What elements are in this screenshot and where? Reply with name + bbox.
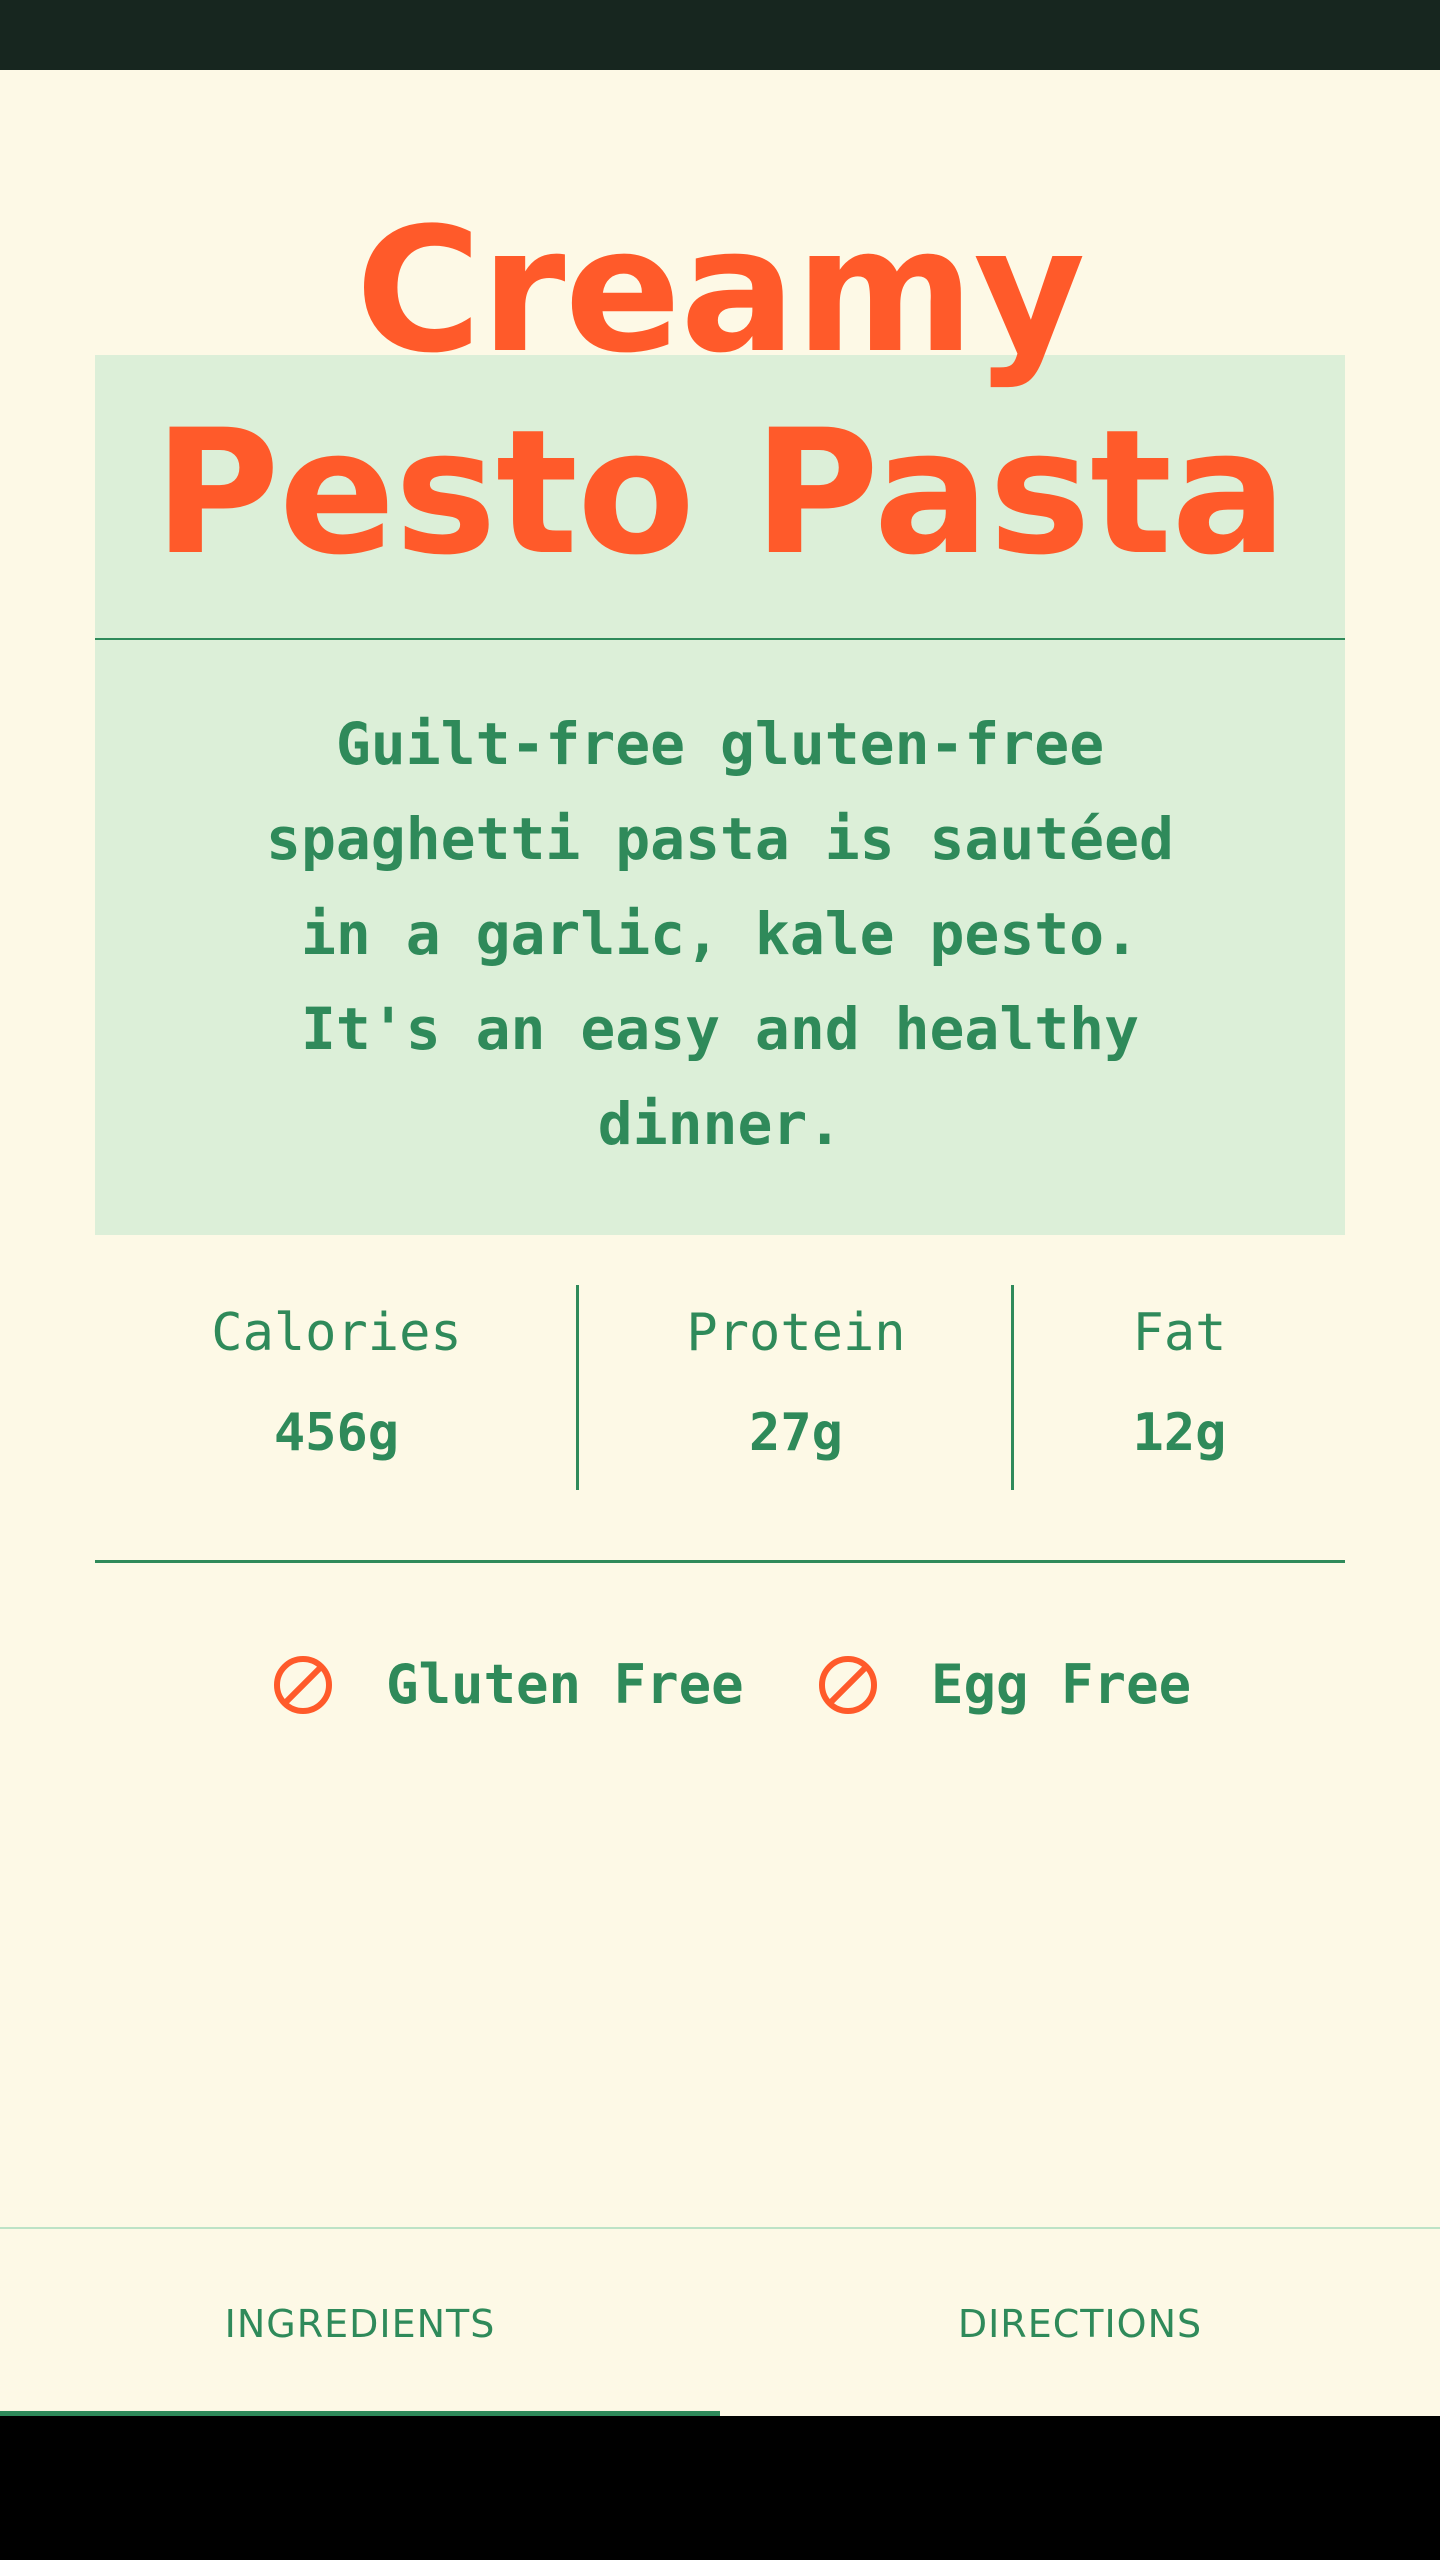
nutrient-value: 12g <box>1132 1403 1227 1463</box>
recipe-title: Creamy Pesto Pasta <box>153 190 1288 593</box>
dietary-tag-egg-free: Egg Free <box>817 1650 1191 1720</box>
dietary-tag-label: Egg Free <box>931 1653 1192 1716</box>
status-bar <box>0 0 1440 70</box>
tab-ingredients[interactable]: INGREDIENTS <box>0 2229 720 2418</box>
nutrient-calories: Calories 456g <box>95 1285 578 1490</box>
dietary-tag-label: Gluten Free <box>386 1653 744 1716</box>
tab-directions[interactable]: DIRECTIONS <box>720 2229 1440 2418</box>
tab-bar: INGREDIENTS DIRECTIONS <box>0 2227 1440 2418</box>
nutrient-label: Calories <box>211 1303 462 1363</box>
nutrient-label: Fat <box>1132 1303 1227 1363</box>
no-symbol-icon <box>817 1654 879 1716</box>
no-symbol-icon <box>272 1654 334 1716</box>
nutrient-value: 456g <box>273 1403 400 1463</box>
nutrient-protein: Protein 27g <box>579 1285 1013 1490</box>
nutrient-label: Protein <box>686 1303 906 1363</box>
nutrient-value: 27g <box>749 1403 843 1463</box>
nutrient-fat: Fat 12g <box>1014 1285 1345 1490</box>
section-divider <box>95 1560 1345 1563</box>
system-navigation-bar <box>0 2416 1440 2560</box>
recipe-description: Guilt-free gluten-free spaghetti pasta i… <box>266 710 1174 1158</box>
nutrition-summary: Calories 456g Protein 27g Fat 12g <box>95 1285 1345 1490</box>
dietary-tag-gluten-free: Gluten Free <box>272 1650 744 1720</box>
hero-divider <box>95 638 1345 640</box>
